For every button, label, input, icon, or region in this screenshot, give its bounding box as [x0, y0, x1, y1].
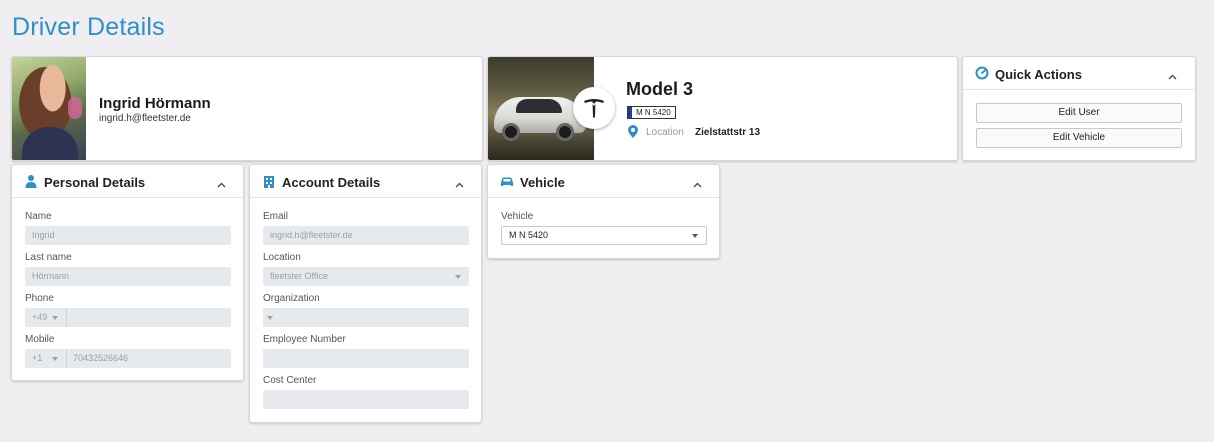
- driver-name: Ingrid Hörmann: [99, 95, 211, 112]
- employee-number-field[interactable]: [263, 349, 469, 368]
- vehicle-card: Model 3 M N 5420 Location Zielstattstr 1…: [487, 56, 958, 161]
- personal-details-header[interactable]: Personal Details: [12, 165, 243, 198]
- employee-number-label: Employee Number: [263, 334, 346, 345]
- mobile-number[interactable]: 70432526646: [73, 349, 128, 368]
- edit-user-button[interactable]: Edit User: [976, 103, 1182, 123]
- driver-card: Ingrid Hörmann ingrid.h@fleetster.de: [11, 56, 483, 161]
- vehicle-panel-title: Vehicle: [520, 175, 565, 190]
- cost-center-field[interactable]: [263, 390, 469, 409]
- quick-actions-title: Quick Actions: [995, 67, 1082, 82]
- driver-email: ingrid.h@fleetster.de: [99, 113, 191, 124]
- last-name-label: Last name: [25, 252, 72, 263]
- organization-select[interactable]: [263, 308, 469, 327]
- email-field[interactable]: ingrid.h@fleetster.de: [263, 226, 469, 245]
- caret-down-icon: [52, 357, 58, 361]
- mobile-country-code: +1: [32, 353, 43, 363]
- vehicle-select[interactable]: M N 5420: [501, 226, 707, 245]
- personal-details-card: Personal Details Name Ingrid Last name H…: [11, 164, 244, 381]
- license-plate: M N 5420: [627, 106, 676, 119]
- vehicle-select-label: Vehicle: [501, 211, 534, 222]
- last-name-field[interactable]: Hörmann: [25, 267, 231, 286]
- building-icon: [262, 174, 276, 188]
- personal-details-title: Personal Details: [44, 175, 146, 190]
- driver-photo: [12, 57, 86, 160]
- mobile-country-code-select[interactable]: +1: [25, 349, 67, 368]
- chevron-up-icon[interactable]: [455, 177, 464, 188]
- caret-down-icon: [455, 275, 461, 279]
- caret-down-icon: [692, 234, 698, 238]
- person-icon: [24, 174, 38, 188]
- tesla-logo-icon: [573, 87, 615, 129]
- organization-label: Organization: [263, 293, 320, 304]
- location-select-value: fleetster Office: [270, 271, 328, 281]
- phone-label: Phone: [25, 293, 54, 304]
- speedometer-icon: [975, 66, 989, 80]
- quick-actions-card: Quick Actions Edit User Edit Vehicle: [962, 56, 1196, 161]
- quick-actions-header[interactable]: Quick Actions: [963, 57, 1195, 90]
- name-field[interactable]: Ingrid: [25, 226, 231, 245]
- vehicle-select-value: M N 5420: [509, 230, 549, 240]
- location-field-label: Location: [263, 252, 301, 263]
- phone-country-code: +49: [32, 312, 48, 322]
- location-pin-icon: [628, 125, 638, 143]
- cost-center-label: Cost Center: [263, 375, 317, 386]
- phone-country-code-select[interactable]: +49: [25, 308, 67, 327]
- page-title: Driver Details: [12, 13, 165, 41]
- email-label: Email: [263, 211, 289, 222]
- location-select[interactable]: fleetster Office: [263, 267, 469, 286]
- chevron-up-icon[interactable]: [1168, 69, 1177, 80]
- name-label: Name: [25, 211, 52, 222]
- edit-vehicle-button[interactable]: Edit Vehicle: [976, 128, 1182, 148]
- chevron-up-icon[interactable]: [693, 177, 702, 188]
- mobile-field[interactable]: +1 70432526646: [25, 349, 231, 368]
- vehicle-panel-header[interactable]: Vehicle: [488, 165, 719, 198]
- caret-down-icon: [52, 316, 58, 320]
- location-value: Zielstattstr 13: [695, 127, 761, 138]
- phone-field[interactable]: +49: [25, 308, 231, 327]
- mobile-label: Mobile: [25, 334, 55, 345]
- chevron-up-icon[interactable]: [217, 177, 226, 188]
- vehicle-model: Model 3: [626, 79, 694, 99]
- location-label: Location: [646, 127, 684, 138]
- account-details-header[interactable]: Account Details: [250, 165, 481, 198]
- caret-down-icon: [267, 316, 273, 320]
- account-details-title: Account Details: [282, 175, 381, 190]
- account-details-card: Account Details Email ingrid.h@fleetster…: [249, 164, 482, 423]
- car-icon: [500, 174, 514, 188]
- vehicle-panel-card: Vehicle Vehicle M N 5420: [487, 164, 720, 259]
